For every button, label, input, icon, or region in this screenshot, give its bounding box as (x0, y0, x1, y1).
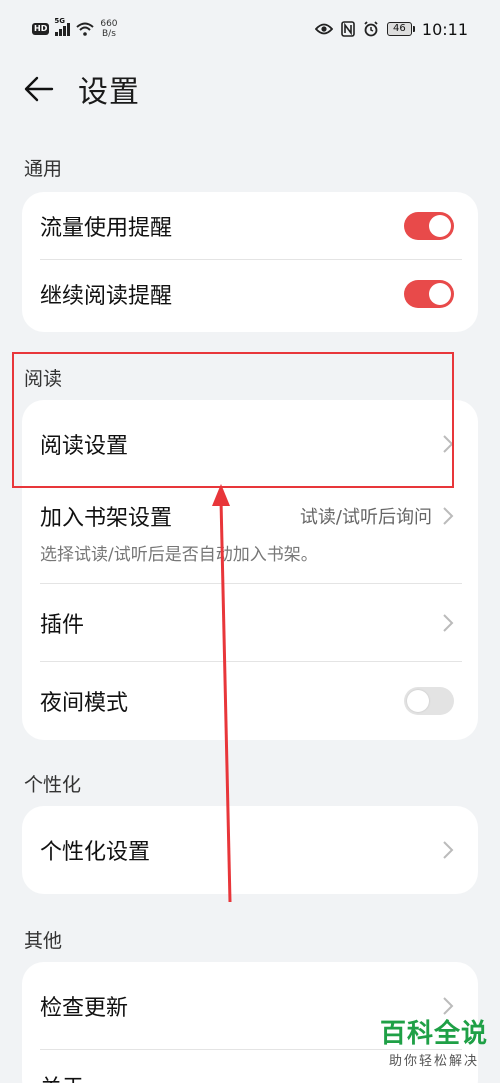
row-label: 继续阅读提醒 (40, 284, 173, 309)
network-speed: 660 B/s (100, 19, 117, 39)
header: 设置 (22, 64, 140, 114)
settings-row-continue-reading-reminder[interactable]: 继续阅读提醒 (22, 260, 478, 328)
row-label: 阅读设置 (40, 434, 129, 459)
data-usage-reminder-toggle[interactable] (404, 212, 454, 240)
chevron-right-icon (443, 507, 454, 525)
settings-row-personalization[interactable]: 个性化设置 (22, 806, 478, 894)
watermark-sub: 助你轻松解决 (388, 1054, 479, 1069)
status-time: 10:11 (421, 19, 468, 39)
card-general: 流量使用提醒 继续阅读提醒 (22, 192, 478, 332)
status-right: 46 10:11 (314, 19, 468, 39)
settings-row-reading-settings[interactable]: 阅读设置 (22, 400, 478, 488)
watermark-main: 百科全说 (379, 1019, 488, 1049)
settings-row-data-usage-reminder[interactable]: 流量使用提醒 (22, 192, 478, 260)
hd-badge: HD (32, 23, 50, 35)
page-title: 设置 (78, 75, 140, 110)
section-title-reading: 阅读 (24, 368, 63, 390)
network-gen-label: 5G (54, 17, 65, 25)
cellular-signal-icon: 5G (54, 17, 71, 36)
settings-row-add-to-shelf[interactable]: 加入书架设置 试读/试听后询问 (22, 496, 478, 536)
back-arrow-icon[interactable] (22, 72, 56, 106)
chevron-right-icon (443, 997, 454, 1015)
status-left: HD 5G 660 B/s (32, 17, 118, 39)
card-personalization: 个性化设置 (22, 806, 478, 894)
settings-row-plugins[interactable]: 插件 (22, 584, 478, 662)
chevron-right-icon (443, 841, 454, 859)
row-label: 个性化设置 (40, 840, 151, 865)
continue-reading-reminder-toggle[interactable] (404, 280, 454, 308)
row-label: 夜间模式 (40, 691, 129, 716)
wifi-icon (76, 22, 95, 36)
night-mode-toggle[interactable] (404, 687, 454, 715)
section-title-personalization: 个性化 (24, 774, 82, 796)
row-label: 关于 (40, 1070, 442, 1083)
watermark-logo: 百科全说 助你轻松解决 (380, 1018, 488, 1069)
section-title-general: 通用 (24, 158, 63, 180)
row-label: 插件 (40, 613, 85, 638)
section-title-other: 其他 (24, 930, 63, 952)
status-bar: HD 5G 660 B/s 46 10:11 (0, 0, 500, 58)
row-label: 加入书架设置 (40, 506, 173, 531)
alarm-icon (364, 21, 378, 37)
add-to-shelf-subtitle: 选择试读/试听后是否自动加入书架。 (40, 545, 318, 565)
speed-unit: B/s (101, 29, 116, 39)
add-to-shelf-value: 试读/试听后询问 (299, 507, 432, 528)
battery-icon: 46 (386, 22, 415, 36)
chevron-right-icon (443, 614, 454, 632)
chevron-right-icon (443, 435, 454, 453)
nfc-icon (341, 21, 355, 37)
card-reading: 阅读设置 加入书架设置 试读/试听后询问 选择试读/试听后是否自动加入书架。 插… (22, 400, 478, 740)
settings-row-night-mode[interactable]: 夜间模式 (22, 662, 478, 740)
speed-value: 660 (100, 19, 118, 29)
row-label: 流量使用提醒 (40, 216, 173, 241)
eye-icon (314, 23, 333, 35)
